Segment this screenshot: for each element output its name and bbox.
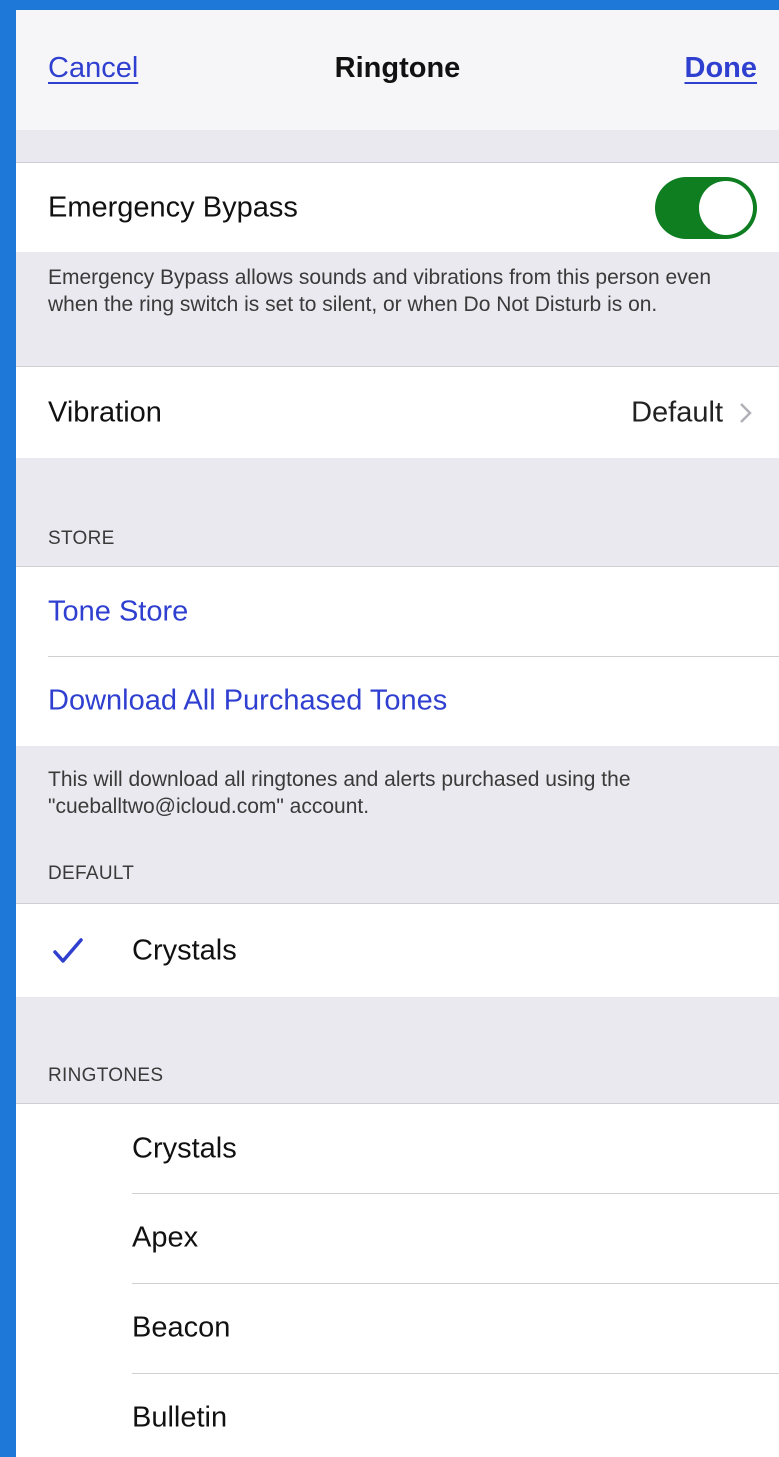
window-frame: Cancel Ringtone Done Emergency Bypass Em…: [0, 0, 779, 1457]
emergency-bypass-label: Emergency Bypass: [48, 191, 298, 223]
emergency-bypass-toggle[interactable]: [655, 177, 757, 239]
ringtones-section-header: RINGTONES: [48, 1065, 164, 1086]
download-all-link[interactable]: Download All Purchased Tones: [48, 685, 447, 718]
tone-store-row[interactable]: Tone Store: [16, 566, 779, 656]
tone-store-link[interactable]: Tone Store: [48, 595, 188, 628]
vibration-value: Default: [631, 396, 723, 428]
default-section-header: DEFAULT: [48, 863, 135, 884]
store-footer: This will download all ringtones and ale…: [48, 768, 631, 818]
navigation-bar: Cancel Ringtone Done: [16, 10, 779, 130]
default-tone-label: Crystals: [132, 934, 237, 966]
done-button[interactable]: Done: [685, 52, 758, 85]
page-title: Ringtone: [334, 52, 461, 84]
download-all-row[interactable]: Download All Purchased Tones: [16, 656, 779, 746]
emergency-bypass-footer: Emergency Bypass allows sounds and vibra…: [48, 266, 711, 316]
ringtone-row[interactable]: Beacon: [16, 1283, 779, 1373]
store-section-header: STORE: [48, 528, 115, 549]
chevron-right-icon: [740, 402, 752, 423]
ringtone-label: Crystals: [132, 1132, 237, 1164]
toggle-knob: [699, 181, 753, 235]
emergency-bypass-row: Emergency Bypass: [16, 162, 779, 252]
checkmark-icon: [53, 937, 83, 963]
ringtone-row[interactable]: Apex: [16, 1193, 779, 1283]
vibration-row[interactable]: Vibration Default: [16, 366, 779, 458]
vibration-label: Vibration: [48, 396, 162, 428]
ringtone-label: Bulletin: [132, 1401, 228, 1434]
ringtone-label: Beacon: [132, 1311, 231, 1344]
ringtone-sheet: Cancel Ringtone Done Emergency Bypass Em…: [16, 10, 779, 1457]
row-separator: [132, 1283, 779, 1284]
row-separator: [48, 656, 779, 657]
ringtone-row[interactable]: Crystals: [16, 1103, 779, 1193]
row-separator: [132, 1373, 779, 1374]
ringtone-label: Apex: [132, 1221, 199, 1254]
ringtone-row[interactable]: Bulletin: [16, 1373, 779, 1457]
row-separator: [132, 1193, 779, 1194]
default-tone-row[interactable]: Crystals: [16, 903, 779, 997]
